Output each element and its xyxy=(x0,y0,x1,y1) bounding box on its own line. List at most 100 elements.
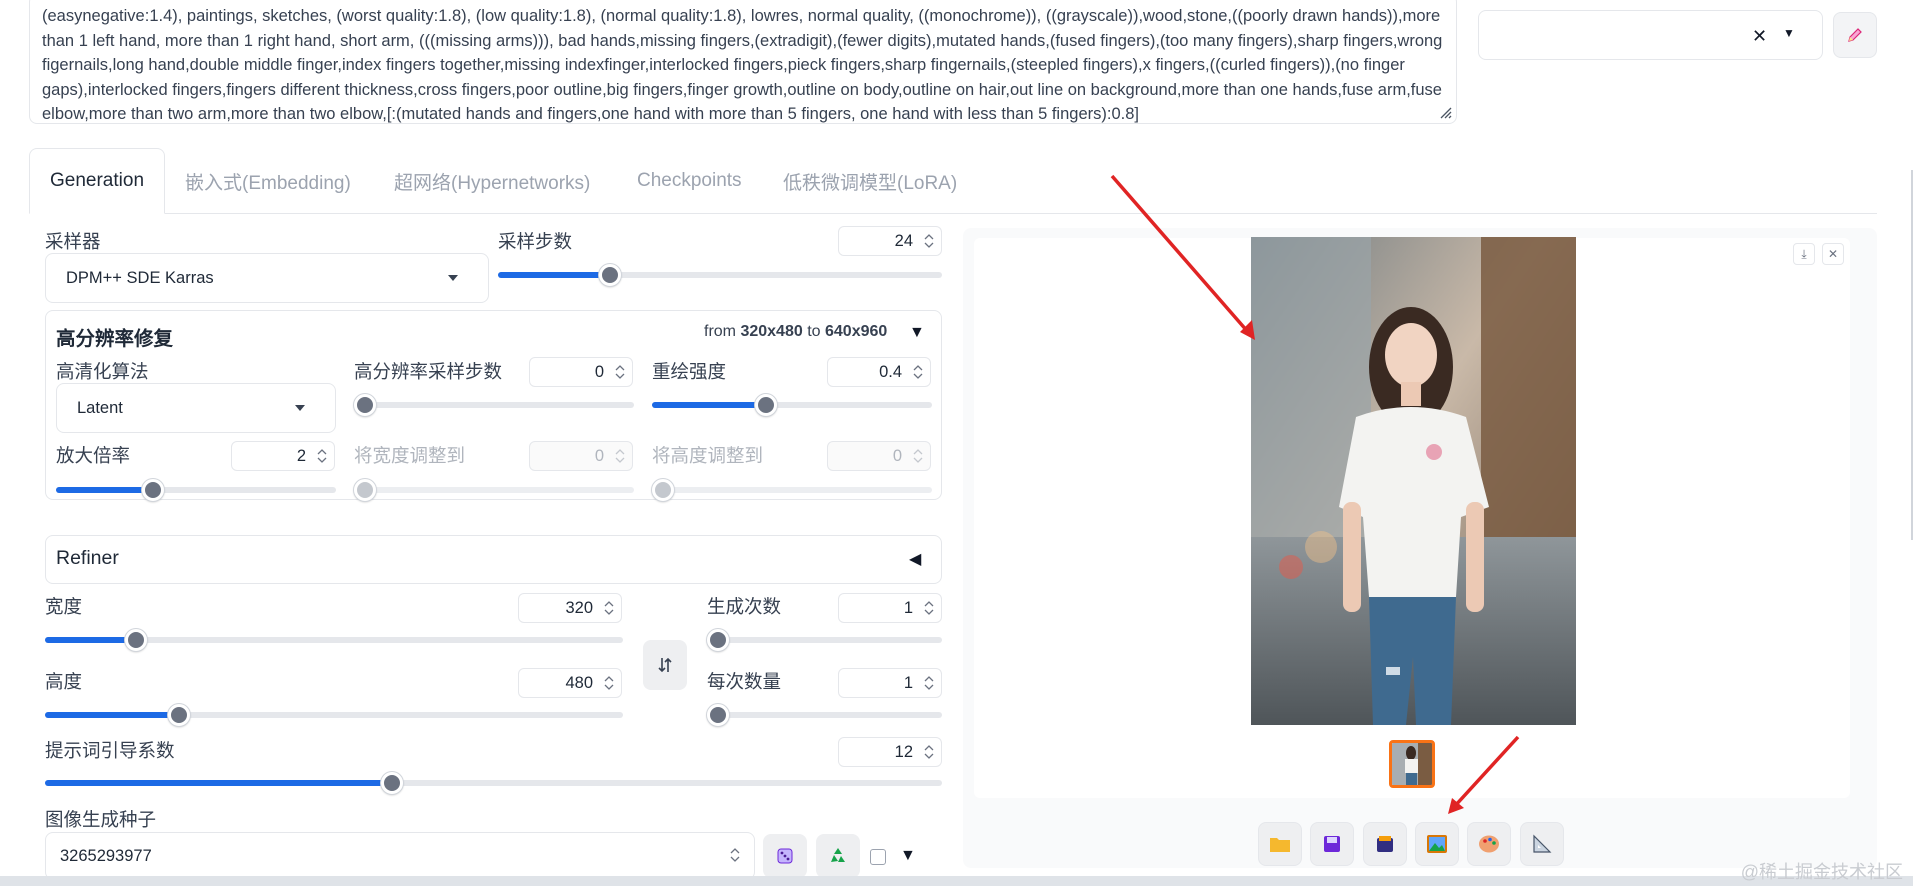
slider-thumb[interactable] xyxy=(599,264,622,286)
upscaler-value: Latent xyxy=(77,398,123,417)
spinner-icon[interactable] xyxy=(922,598,936,618)
width-input[interactable]: 320 xyxy=(518,593,622,623)
width-slider[interactable] xyxy=(45,629,623,651)
chevron-down-icon[interactable]: ▼ xyxy=(1783,26,1795,40)
height-slider[interactable] xyxy=(45,704,623,726)
upscale-by-input[interactable]: 2 xyxy=(231,441,335,471)
negative-prompt-textarea[interactable]: (easynegative:1.4), paintings, sketches,… xyxy=(29,0,1457,124)
steps-slider[interactable] xyxy=(498,264,942,286)
dice-icon xyxy=(777,848,793,864)
send-to-img2img-button[interactable] xyxy=(1415,822,1459,866)
steps-label: 采样步数 xyxy=(498,231,573,252)
spinner-icon[interactable] xyxy=(602,598,616,618)
steps-input[interactable]: 24 xyxy=(838,226,942,256)
slider-thumb[interactable] xyxy=(354,479,376,501)
height-value: 480 xyxy=(565,673,593,692)
save-icon xyxy=(1324,836,1340,852)
reuse-seed-button[interactable] xyxy=(816,834,860,878)
extra-seed-checkbox[interactable] xyxy=(870,849,886,865)
denoise-value: 0.4 xyxy=(879,362,902,381)
random-seed-button[interactable] xyxy=(763,834,807,878)
slider-fill xyxy=(45,780,392,786)
spinner-icon[interactable] xyxy=(315,446,329,466)
resize-width-slider[interactable] xyxy=(354,479,634,501)
spinner-icon[interactable] xyxy=(911,446,925,466)
gallery-thumbnail[interactable] xyxy=(1389,740,1435,788)
styles-dropdown[interactable] xyxy=(1478,10,1823,60)
close-icon[interactable]: ✕ xyxy=(1822,243,1844,265)
spinner-icon[interactable] xyxy=(922,231,936,251)
resize-grip-icon[interactable] xyxy=(1438,105,1452,119)
slider-thumb[interactable] xyxy=(707,704,729,726)
collapse-triangle-icon[interactable]: ▼ xyxy=(909,324,925,342)
spinner-icon[interactable] xyxy=(728,845,742,865)
cfg-slider[interactable] xyxy=(45,772,942,794)
steps-value: 24 xyxy=(894,231,913,250)
spinner-icon[interactable] xyxy=(922,742,936,762)
tab-lora[interactable]: 低秩微调模型(LoRA) xyxy=(763,148,977,214)
batch-count-slider[interactable] xyxy=(707,629,942,651)
spinner-icon[interactable] xyxy=(602,673,616,693)
resize-width-value: 0 xyxy=(594,446,604,465)
spinner-icon[interactable] xyxy=(613,362,627,382)
batch-size-slider[interactable] xyxy=(707,704,942,726)
taskbar-strip xyxy=(0,876,1913,886)
save-button[interactable] xyxy=(1310,822,1354,866)
width-label: 宽度 xyxy=(45,596,83,617)
swap-dimensions-button[interactable] xyxy=(643,640,687,690)
refiner-panel[interactable] xyxy=(45,535,942,584)
expand-triangle-icon[interactable]: ▼ xyxy=(900,847,916,865)
batch-count-input[interactable]: 1 xyxy=(838,593,942,623)
spinner-icon[interactable] xyxy=(613,446,627,466)
pencil-icon xyxy=(1848,28,1862,42)
tab-embedding[interactable]: 嵌入式(Embedding) xyxy=(165,148,371,214)
sampler-dropdown[interactable]: DPM++ SDE Karras xyxy=(45,253,489,303)
cfg-input[interactable]: 12 xyxy=(838,737,942,767)
generated-image[interactable] xyxy=(1251,237,1576,725)
watermark-text: @稀土掘金技术社区 xyxy=(1740,862,1903,882)
cfg-label: 提示词引导系数 xyxy=(45,740,175,761)
slider-fill xyxy=(652,402,767,408)
spinner-icon[interactable] xyxy=(911,362,925,382)
tab-hypernetworks[interactable]: 超网络(Hypernetworks) xyxy=(374,148,610,214)
clear-icon[interactable]: ✕ xyxy=(1752,26,1767,47)
open-folder-button[interactable] xyxy=(1258,822,1302,866)
resize-height-input[interactable]: 0 xyxy=(827,441,931,471)
tab-generation[interactable]: Generation xyxy=(29,148,166,214)
send-to-inpaint-button[interactable] xyxy=(1467,822,1511,866)
sampler-label: 采样器 xyxy=(45,231,101,252)
slider-track xyxy=(652,487,932,493)
slider-track xyxy=(354,487,634,493)
denoise-slider[interactable] xyxy=(652,394,932,416)
tab-checkpoints[interactable]: Checkpoints xyxy=(617,148,762,214)
slider-thumb[interactable] xyxy=(124,629,147,651)
edit-styles-button[interactable] xyxy=(1833,12,1877,58)
slider-thumb[interactable] xyxy=(707,629,729,651)
zip-button[interactable] xyxy=(1363,822,1407,866)
upscaler-dropdown[interactable]: Latent xyxy=(56,383,336,433)
upscale-by-slider[interactable] xyxy=(56,479,336,501)
batch-size-input[interactable]: 1 xyxy=(838,668,942,698)
slider-thumb[interactable] xyxy=(354,394,376,416)
hires-steps-label: 高分辨率采样步数 xyxy=(354,361,503,382)
expand-triangle-icon[interactable]: ◀ xyxy=(909,549,921,569)
slider-fill xyxy=(498,272,611,278)
palette-icon xyxy=(1479,835,1499,853)
hires-steps-slider[interactable] xyxy=(354,394,634,416)
spinner-icon[interactable] xyxy=(922,673,936,693)
hires-steps-input[interactable]: 0 xyxy=(529,357,633,387)
height-input[interactable]: 480 xyxy=(518,668,622,698)
slider-thumb[interactable] xyxy=(168,704,191,726)
slider-thumb[interactable] xyxy=(755,394,778,416)
seed-input[interactable]: 3265293977 xyxy=(45,832,755,880)
slider-thumb[interactable] xyxy=(141,479,164,501)
resize-height-slider[interactable] xyxy=(652,479,932,501)
slider-thumb[interactable] xyxy=(652,479,674,501)
slider-thumb[interactable] xyxy=(381,772,403,794)
denoise-input[interactable]: 0.4 xyxy=(827,357,931,387)
resize-height-value: 0 xyxy=(892,446,902,465)
download-icon[interactable]: ⤓ xyxy=(1793,243,1815,265)
send-to-extras-button[interactable] xyxy=(1520,822,1564,866)
resize-width-input[interactable]: 0 xyxy=(529,441,633,471)
slider-fill xyxy=(56,487,153,493)
